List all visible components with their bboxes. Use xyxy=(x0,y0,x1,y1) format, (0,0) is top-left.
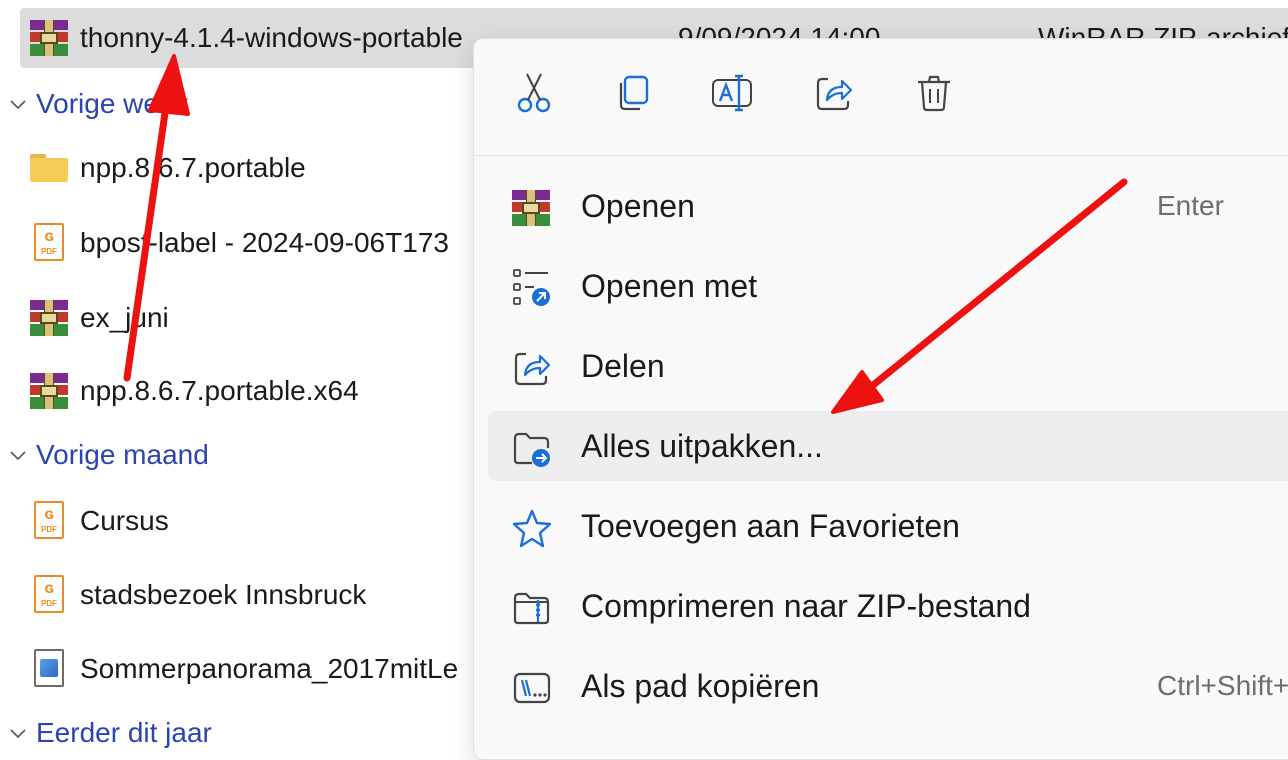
quick-actions-bar xyxy=(474,39,1288,155)
menu-item-alles-uitpakken[interactable]: Alles uitpakken... xyxy=(488,411,1288,481)
menu-item-comprimeren-naar-zip[interactable]: Comprimeren naar ZIP-bestand xyxy=(488,571,1288,641)
menu-item-label: Openen xyxy=(581,187,695,224)
pdf-icon: ɢ PDF xyxy=(30,223,70,263)
folder-icon xyxy=(30,148,70,188)
group-header-vorige-week[interactable]: Vorige week xyxy=(0,79,189,129)
cut-icon[interactable] xyxy=(510,69,558,117)
menu-item-toevoegen-aan-favorieten[interactable]: Toevoegen aan Favorieten xyxy=(488,491,1288,561)
rename-icon[interactable] xyxy=(708,69,756,117)
menu-item-openen-met[interactable]: Openen met xyxy=(488,251,1288,321)
group-title: Vorige week xyxy=(36,88,189,119)
extract-all-icon xyxy=(512,428,552,468)
list-item[interactable]: npp.8.6.7.portable xyxy=(20,138,306,198)
pdf-icon: ɢ PDF xyxy=(30,501,70,541)
menu-item-delen[interactable]: Delen xyxy=(488,331,1288,401)
list-item[interactable]: ɢ PDF stadsbezoek Innsbruck xyxy=(20,565,366,625)
winrar-icon xyxy=(512,188,552,228)
group-title: Eerder dit jaar xyxy=(36,717,212,748)
list-item[interactable]: ɢ PDF bpost-label - 2024-09-06T173 xyxy=(20,213,449,273)
menu-item-als-pad-kopieren[interactable]: Als pad kopiëren Ctrl+Shift+C xyxy=(488,651,1288,721)
chevron-down-icon xyxy=(0,715,36,751)
list-item[interactable]: ex_juni xyxy=(20,288,169,348)
list-item[interactable]: npp.8.6.7.portable.x64 xyxy=(20,361,359,421)
open-with-icon xyxy=(512,268,552,308)
delete-icon[interactable] xyxy=(910,69,958,117)
menu-item-label: Comprimeren naar ZIP-bestand xyxy=(581,587,1031,624)
winrar-icon xyxy=(30,298,70,338)
group-header-eerder-dit-jaar[interactable]: Eerder dit jaar xyxy=(0,708,212,758)
copy-path-icon xyxy=(512,668,552,708)
menu-item-openen[interactable]: Openen Enter xyxy=(488,171,1288,241)
menu-item-label: Delen xyxy=(581,347,665,384)
copy-icon[interactable] xyxy=(608,69,656,117)
file-name: bpost-label - 2024-09-06T173 xyxy=(80,227,449,258)
share-icon xyxy=(512,348,552,388)
group-header-vorige-maand[interactable]: Vorige maand xyxy=(0,430,209,480)
file-name: ex_juni xyxy=(80,302,169,333)
file-name: Cursus xyxy=(80,505,169,536)
list-item[interactable]: Sommerpanorama_2017mitLe xyxy=(20,639,458,699)
star-icon xyxy=(512,508,552,548)
image-icon xyxy=(30,649,70,689)
menu-item-label: Alles uitpakken... xyxy=(581,427,823,464)
chevron-down-icon xyxy=(0,86,36,122)
file-name: Sommerpanorama_2017mitLe xyxy=(80,653,459,684)
pdf-icon: ɢ PDF xyxy=(30,575,70,615)
context-menu: Openen Enter Openen met Delen Alles uitp… xyxy=(473,38,1288,760)
menu-item-label: Toevoegen aan Favorieten xyxy=(581,507,960,544)
zip-folder-icon xyxy=(512,588,552,628)
share-icon[interactable] xyxy=(810,69,858,117)
file-name: stadsbezoek Innsbruck xyxy=(80,579,367,610)
file-name: thonny-4.1.4-windows-portable xyxy=(80,22,463,53)
chevron-down-icon xyxy=(0,437,36,473)
file-name: npp.8.6.7.portable xyxy=(80,152,306,183)
menu-item-label: Openen met xyxy=(581,267,758,304)
group-title: Vorige maand xyxy=(36,439,209,470)
winrar-icon xyxy=(30,371,70,411)
list-item[interactable]: ɢ PDF Cursus xyxy=(20,491,169,551)
menu-item-shortcut: Ctrl+Shift+C xyxy=(1157,670,1288,701)
menu-item-shortcut: Enter xyxy=(1157,190,1224,221)
winrar-icon xyxy=(30,18,70,58)
menu-separator xyxy=(474,155,1288,156)
file-name: npp.8.6.7.portable.x64 xyxy=(80,375,359,406)
menu-item-label: Als pad kopiëren xyxy=(581,667,820,704)
